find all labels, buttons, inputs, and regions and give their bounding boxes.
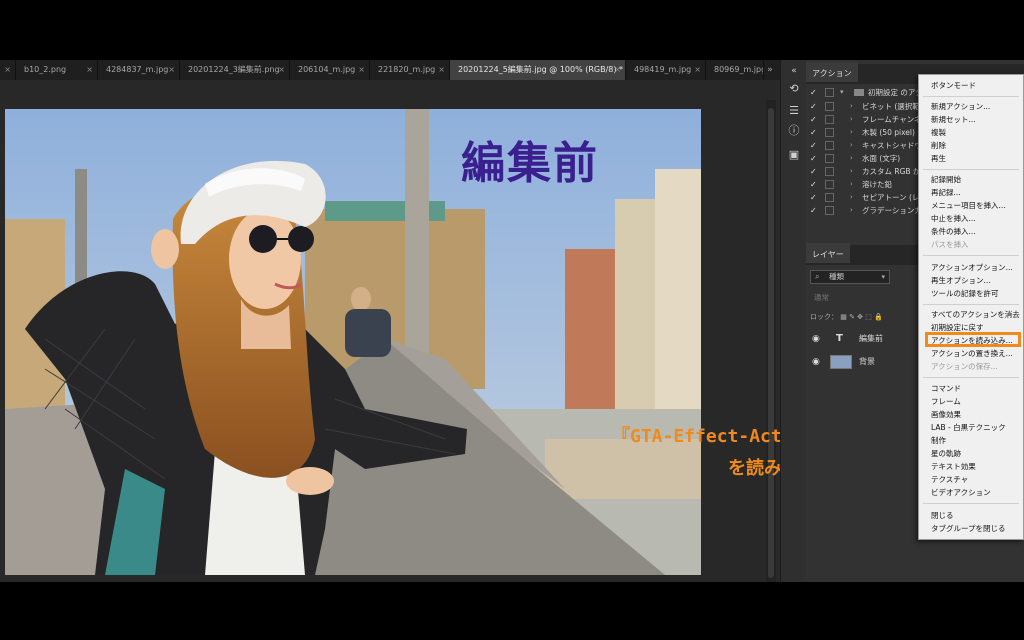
- layer-row[interactable]: ◉ 背景: [806, 351, 921, 373]
- menu-item-play[interactable]: 再生: [919, 152, 1023, 165]
- letterbox-frame: × b10_2.png × 4284837_m.jpg × 20201224_3編集…: [0, 0, 1024, 640]
- eye-icon[interactable]: ◉: [812, 328, 820, 350]
- tab-overflow-left[interactable]: ×: [0, 60, 16, 80]
- document-tab[interactable]: 20201224_3編集前.png ×: [180, 60, 290, 80]
- layer-row[interactable]: ◉ T 編集前: [806, 328, 921, 350]
- actions-panel-menu: ボタンモード 新規アクション... 新規セット... 複製 削除 再生 記録開始…: [918, 74, 1024, 540]
- menu-item-duplicate[interactable]: 複製: [919, 126, 1023, 139]
- menu-item-close-tab-group[interactable]: タブグループを閉じる: [919, 522, 1023, 535]
- chevron-down-icon[interactable]: ▾: [840, 86, 844, 99]
- menu-item-insert-menu-item[interactable]: メニュー項目を挿入...: [919, 199, 1023, 212]
- chevron-down-icon: ▾: [881, 273, 885, 281]
- load-actions-highlight: [925, 332, 1021, 347]
- menu-divider: [923, 255, 1019, 256]
- folder-icon: [854, 89, 864, 96]
- menu-item-frames[interactable]: フレーム: [919, 395, 1023, 408]
- photo-title-text: 編集前: [461, 138, 599, 189]
- canvas-area[interactable]: 編集前 『GTA-Effect-Action』 を読み込む: [0, 80, 832, 582]
- chevron-right-icon[interactable]: ›: [850, 126, 853, 139]
- menu-item-textures[interactable]: テクスチャ: [919, 473, 1023, 486]
- menu-item-insert-path: パスを挿入: [931, 240, 969, 249]
- menu-item-production[interactable]: 制作: [919, 434, 1023, 447]
- blend-mode-select[interactable]: 通常: [810, 291, 920, 305]
- menu-divider: [923, 169, 1019, 170]
- swatches-icon[interactable]: ▣: [787, 148, 801, 162]
- menu-item-button-mode[interactable]: ボタンモード: [919, 79, 1023, 92]
- close-icon[interactable]: ×: [278, 60, 285, 80]
- menu-item-insert-conditional[interactable]: 条件の挿入...: [919, 225, 1023, 238]
- tab-layers[interactable]: レイヤー: [806, 243, 850, 263]
- document-tab[interactable]: 206104_m.jpg ×: [290, 60, 370, 80]
- lock-icon[interactable]: ▦ ✎ ✥ ⬚ 🔒: [840, 313, 883, 321]
- text-layer-icon: T: [836, 333, 843, 344]
- document-tab[interactable]: b10_2.png ×: [16, 60, 98, 80]
- close-icon[interactable]: ×: [438, 60, 445, 80]
- close-icon[interactable]: ×: [4, 60, 11, 80]
- tab-actions[interactable]: アクション: [806, 62, 858, 82]
- photoshop-window: × b10_2.png × 4284837_m.jpg × 20201224_3編集…: [0, 60, 1024, 582]
- document-tab-bar: × b10_2.png × 4284837_m.jpg × 20201224_3編集…: [0, 60, 780, 80]
- chevron-right-icon[interactable]: ›: [850, 113, 853, 126]
- panel-icon-strip: « ⟲ ☰ ⓘ ▣: [780, 60, 806, 582]
- menu-item-video-actions[interactable]: ビデオアクション: [919, 486, 1023, 499]
- close-icon[interactable]: ×: [86, 60, 93, 80]
- menu-item-close[interactable]: 閉じる: [919, 509, 1023, 522]
- menu-item-start-recording[interactable]: 記録開始: [919, 173, 1023, 186]
- menu-item-insert-stop[interactable]: 中止を挿入...: [919, 212, 1023, 225]
- menu-item-lab-bw[interactable]: LAB - 白黒テクニック: [919, 421, 1023, 434]
- history-icon[interactable]: ⟲: [787, 82, 801, 96]
- chevron-right-icon[interactable]: ›: [850, 152, 853, 165]
- document-photo[interactable]: 編集前: [5, 109, 701, 575]
- menu-item-record-again[interactable]: 再記録...: [919, 186, 1023, 199]
- adjustments-icon[interactable]: ☰: [787, 104, 801, 118]
- chevron-right-icon[interactable]: ›: [850, 178, 853, 191]
- search-icon: ⌕: [815, 272, 820, 281]
- menu-item-new-action[interactable]: 新規アクション...: [919, 100, 1023, 113]
- document-tab-active[interactable]: 20201224_5編集前.jpg @ 100% (RGB/8) * ×: [450, 60, 626, 80]
- menu-item-allow-tool-recording[interactable]: ツールの記録を許可: [919, 287, 1023, 300]
- lock-controls: ロック： ▦ ✎ ✥ ⬚ 🔒: [810, 313, 883, 321]
- collapse-icon[interactable]: «: [787, 64, 801, 78]
- menu-item-text-effects[interactable]: テキスト効果: [919, 460, 1023, 473]
- document-tab[interactable]: 498419_m.jpg ×: [626, 60, 706, 80]
- menu-item-playback-options[interactable]: 再生オプション...: [919, 274, 1023, 287]
- document-tab[interactable]: 221820_m.jpg ×: [370, 60, 450, 80]
- eye-icon[interactable]: ◉: [812, 351, 820, 373]
- info-icon[interactable]: ⓘ: [787, 124, 801, 138]
- chevron-right-icon[interactable]: ›: [850, 139, 853, 152]
- menu-divider: [923, 503, 1019, 504]
- scrollbar-thumb[interactable]: [768, 108, 774, 578]
- menu-divider: [923, 304, 1019, 305]
- layer-filter-select[interactable]: ⌕ 種類 ▾: [810, 270, 890, 284]
- chevron-right-icon[interactable]: ›: [850, 165, 853, 178]
- document-tab[interactable]: 80969_m.jpg: [706, 60, 764, 80]
- menu-item-clear-all-actions[interactable]: すべてのアクションを消去: [919, 308, 1023, 321]
- menu-item-replace-actions[interactable]: アクションの置き換え...: [919, 347, 1023, 360]
- chevron-right-icon[interactable]: ›: [850, 204, 853, 217]
- tab-overflow-button[interactable]: »: [762, 60, 778, 80]
- menu-item-action-options[interactable]: アクションオプション...: [919, 261, 1023, 274]
- chevron-right-icon[interactable]: ›: [850, 100, 853, 113]
- menu-item-new-set[interactable]: 新規セット...: [919, 113, 1023, 126]
- document-tab[interactable]: 4284837_m.jpg ×: [98, 60, 180, 80]
- close-icon[interactable]: ×: [358, 60, 365, 80]
- menu-divider: [923, 96, 1019, 97]
- menu-item-star-trails[interactable]: 星の軌跡: [919, 447, 1023, 460]
- menu-item-commands[interactable]: コマンド: [919, 382, 1023, 395]
- vertical-scrollbar[interactable]: [766, 100, 776, 582]
- menu-item-delete[interactable]: 削除: [919, 139, 1023, 152]
- close-icon[interactable]: ×: [168, 60, 175, 80]
- close-icon[interactable]: ×: [614, 60, 621, 80]
- menu-divider: [923, 377, 1019, 378]
- chevron-right-icon[interactable]: ›: [850, 191, 853, 204]
- menu-item-save-actions: アクションの保存...: [931, 362, 998, 371]
- close-icon[interactable]: ×: [694, 60, 701, 80]
- menu-item-image-effects[interactable]: 画像効果: [919, 408, 1023, 421]
- layer-thumbnail: [830, 355, 852, 369]
